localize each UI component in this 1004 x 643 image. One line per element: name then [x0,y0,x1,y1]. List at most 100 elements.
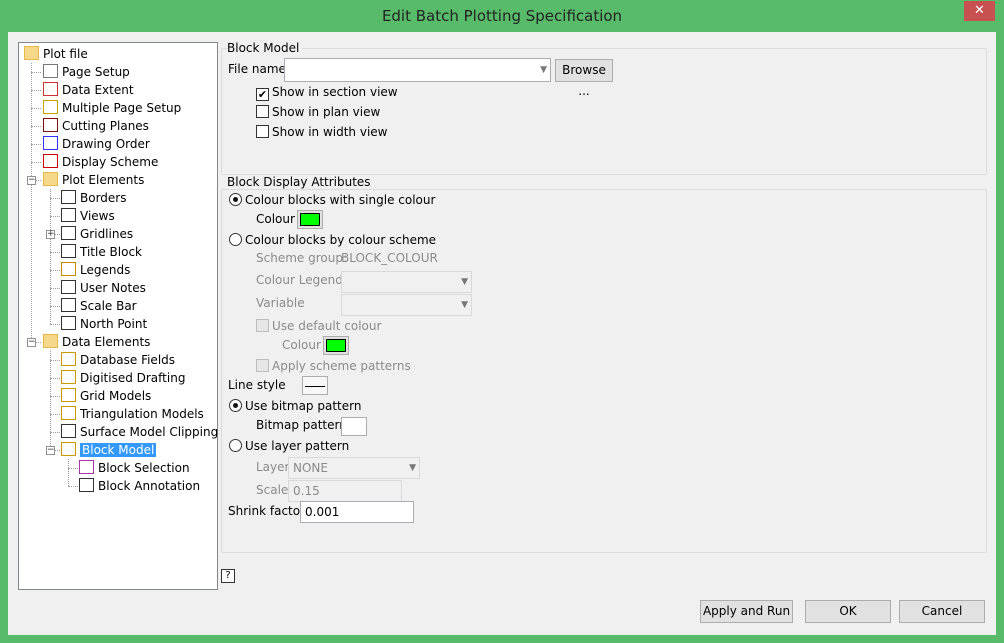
tree-item-label: Grid Models [80,389,152,403]
collapse-icon[interactable]: − [46,446,55,455]
shrink-factor-input[interactable]: 0.001 [300,501,414,523]
tree-line [31,90,41,91]
tree-item-label: Database Fields [80,353,176,367]
tree-item[interactable]: Triangulation Models [61,405,204,423]
tree-item-label: Cutting Planes [62,119,149,133]
tree-item[interactable]: Block Annotation [79,477,200,495]
tree-item[interactable]: Plot file [24,45,88,63]
tree-line [50,360,60,361]
window-title: Edit Batch Plotting Specification [381,7,623,25]
tree-item[interactable]: Page Setup [43,63,130,81]
block-model-group-label: Block Model [227,41,303,55]
tree-item[interactable]: Digitised Drafting [61,369,185,387]
tree-item[interactable]: Drawing Order [43,135,150,153]
tree-item-label: Block Model [80,443,157,457]
tree-item[interactable]: Legends [61,261,130,279]
layer-label: Layer [256,460,290,474]
tree-item[interactable]: Surface Model Clipping [61,423,218,441]
tree-item-label: Triangulation Models [80,407,204,421]
expand-icon[interactable]: + [46,230,55,239]
layer-combo[interactable]: NONE ▼ [288,457,420,479]
default-colour-swatch[interactable] [323,336,349,355]
apply-and-run-button[interactable]: Apply and Run [700,600,793,623]
chevron-down-icon: ▼ [409,463,416,473]
tree-line [31,63,32,342]
tree-item[interactable]: Database Fields [61,351,175,369]
tree-line [31,126,41,127]
tree-line [31,72,41,73]
tree-line [50,324,60,325]
chevron-down-icon: ▼ [461,277,468,287]
show-section-checkbox[interactable]: ✔ Show in section view [256,85,398,101]
legend-icon [61,262,76,276]
grid-icon [61,226,76,240]
tree-line [50,306,60,307]
colour-scheme-radio[interactable]: Colour blocks by colour scheme [229,233,436,247]
variable-combo[interactable]: ▼ [341,294,472,316]
block-selection-icon [79,460,94,474]
tree-item-label: Scale Bar [80,299,137,313]
line-style-label: Line style [228,378,286,392]
tree-item[interactable]: Plot Elements [43,171,144,189]
collapse-icon[interactable]: − [27,176,36,185]
tree-item[interactable]: Data Elements [43,333,150,351]
ok-button[interactable]: OK [805,600,891,623]
tree-item-label: Legends [80,263,131,277]
tree-line [50,351,51,450]
scheme-group-label: Scheme group: [256,251,347,265]
help-icon[interactable]: ? [221,569,235,583]
single-colour-radio[interactable]: Colour blocks with single colour [229,193,435,207]
tree-item[interactable]: Views [61,207,115,225]
tree-item-label: Title Block [80,245,142,259]
tree-line [68,468,78,469]
close-button[interactable]: ✕ [964,1,995,21]
file-name-combo[interactable]: ▼ [284,58,551,82]
layer-pattern-radio[interactable]: Use layer pattern [229,439,349,453]
bitmap-pattern-radio[interactable]: Use bitmap pattern [229,399,361,413]
page-setup-icon [43,64,58,78]
folder-icon [24,46,39,60]
browse-button[interactable]: Browse ... [555,59,613,98]
tree-line [50,378,60,379]
tree-item[interactable]: Block Selection [79,459,190,477]
tree-line [68,459,69,486]
collapse-icon[interactable]: − [27,338,36,347]
tree-item[interactable]: Block Model [61,441,157,459]
tree-item-label: Block Selection [98,461,190,475]
colour-legend-combo[interactable]: ▼ [341,271,472,293]
block-model-icon [61,442,76,456]
tree-line [50,252,60,253]
north-point-icon [61,316,76,330]
tree-item[interactable]: Borders [61,189,126,207]
bitmap-pattern-button[interactable] [341,417,367,436]
scale-input[interactable]: 0.15 [288,480,402,502]
tree-item[interactable]: Display Scheme [43,153,158,171]
tree-item[interactable]: Title Block [61,243,142,261]
tree-item[interactable]: Data Extent [43,81,134,99]
show-plan-checkbox[interactable]: Show in plan view [256,105,380,119]
tree-item[interactable]: Grid Models [61,387,151,405]
title-bar: Edit Batch Plotting Specification [0,0,1004,32]
triangulation-icon [61,406,76,420]
border-icon [61,190,76,204]
tree-item[interactable]: Gridlines [61,225,133,243]
tree-line [50,189,51,324]
tree-item[interactable]: North Point [61,315,147,333]
colour-swatch-button[interactable] [297,210,323,229]
show-width-checkbox[interactable]: Show in width view [256,125,387,139]
tree-item[interactable]: Multiple Page Setup [43,99,181,117]
tree-line [31,144,41,145]
tree-item-label: North Point [80,317,148,331]
cancel-button[interactable]: Cancel [899,600,985,623]
scale-bar-icon [61,298,76,312]
plot-tree[interactable]: Plot file Page Setup Data Extent Multiple P… [18,42,218,590]
tree-item-label: Multiple Page Setup [62,101,182,115]
tree-item[interactable]: Cutting Planes [43,117,149,135]
apply-scheme-patterns-checkbox[interactable]: Apply scheme patterns [256,359,411,373]
line-style-button[interactable] [302,376,328,395]
grid-model-icon [61,388,76,402]
tree-item[interactable]: Scale Bar [61,297,137,315]
use-default-colour-checkbox[interactable]: Use default colour [256,319,381,333]
checkbox-checked-icon: ✔ [256,88,269,101]
tree-item[interactable]: User Notes [61,279,146,297]
